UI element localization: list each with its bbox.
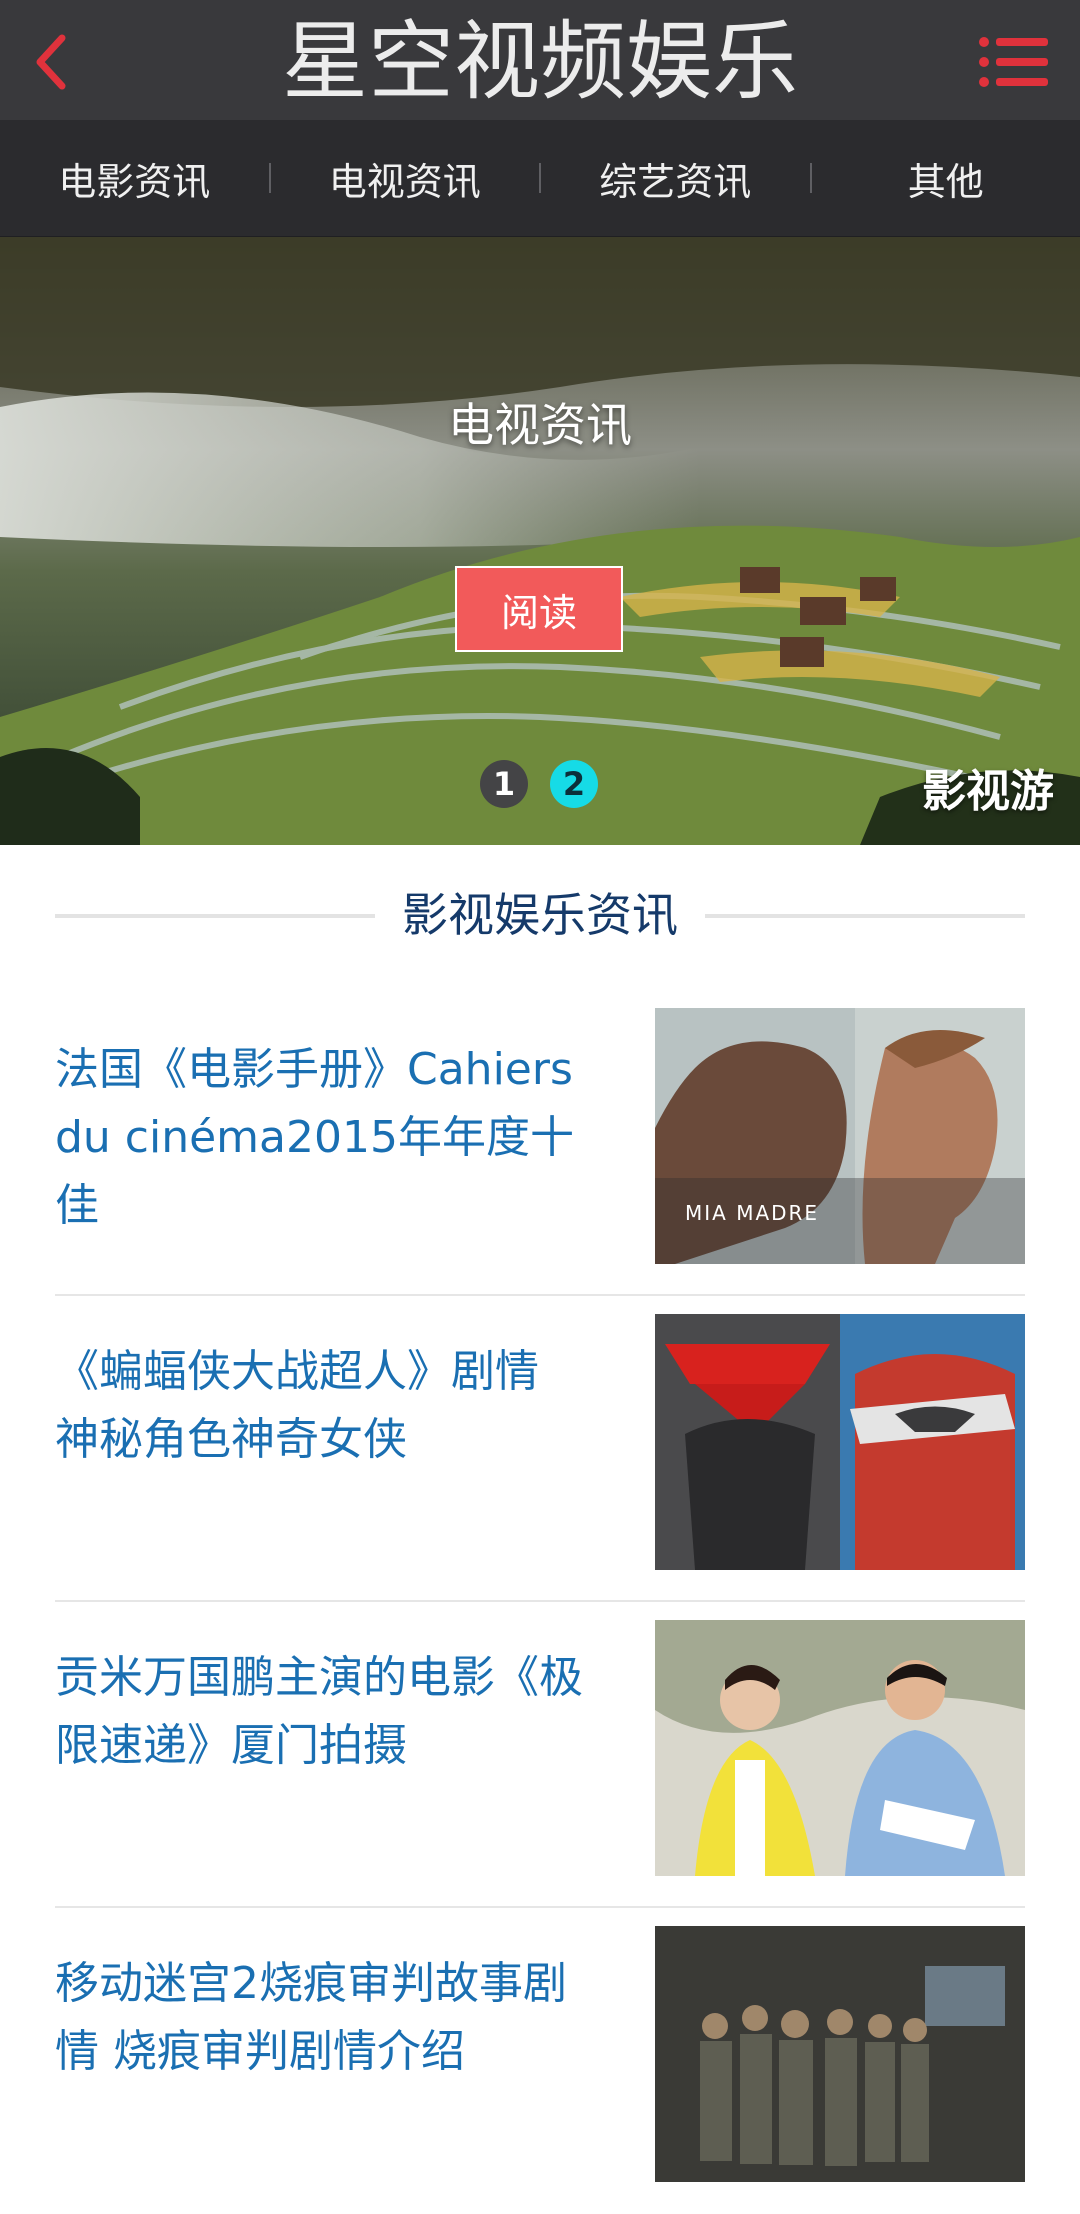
tab-movie-news[interactable]: 电影资讯 — [0, 120, 269, 236]
poster-title-text: MIA MADRE — [685, 1201, 819, 1225]
news-item[interactable]: 移动迷宫2烧痕审判故事剧情 烧痕审判剧情介绍 — [55, 1908, 1025, 2214]
movie-poster-image: MIA MADRE — [655, 1008, 1025, 1264]
menu-button[interactable] — [970, 20, 1060, 100]
carousel-dot-2[interactable]: 2 — [550, 760, 598, 808]
read-button[interactable]: 阅读 — [455, 566, 623, 652]
top-bar: 星空视频娱乐 — [0, 0, 1080, 120]
tab-variety-news[interactable]: 综艺资讯 — [541, 120, 810, 236]
news-thumbnail[interactable]: MIA MADRE — [655, 1008, 1025, 1264]
news-title[interactable]: 《蝙蝠侠大战超人》剧情 神秘角色神奇女侠 — [55, 1338, 595, 1474]
section-title: 影视娱乐资讯 — [55, 880, 1025, 950]
category-nav: 电影资讯 电视资讯 综艺资讯 其他 — [0, 120, 1080, 238]
carousel-dot-1[interactable]: 1 — [480, 760, 528, 808]
news-thumbnail[interactable] — [655, 1314, 1025, 1570]
news-item[interactable]: 法国《电影手册》Cahiers du cinéma2015年年度十佳 MIA M… — [55, 990, 1025, 1296]
tab-tv-news[interactable]: 电视资讯 — [271, 120, 540, 236]
section-header: 影视娱乐资讯 — [55, 880, 1025, 950]
menu-icon — [970, 20, 1060, 100]
news-title[interactable]: 贡米万国鹏主演的电影《极限速递》厦门拍摄 — [55, 1644, 595, 1780]
news-title[interactable]: 法国《电影手册》Cahiers du cinéma2015年年度十佳 — [55, 1036, 595, 1240]
app-title: 星空视频娱乐 — [0, 0, 1080, 120]
banner-image — [0, 237, 1080, 845]
movie-poster-image — [655, 1314, 1025, 1570]
movie-still-image — [655, 1926, 1025, 2182]
news-thumbnail[interactable] — [655, 1926, 1025, 2182]
news-title[interactable]: 移动迷宫2烧痕审判故事剧情 烧痕审判剧情介绍 — [55, 1950, 595, 2086]
banner-title: 电视资讯 — [0, 389, 1080, 455]
banner-carousel[interactable]: 电视资讯 阅读 1 2 影视游 — [0, 237, 1080, 845]
news-item[interactable]: 《蝙蝠侠大战超人》剧情 神秘角色神奇女侠 — [55, 1296, 1025, 1602]
news-thumbnail[interactable] — [655, 1620, 1025, 1876]
watermark-logo: 影视游 — [922, 755, 1054, 819]
news-item[interactable]: 贡米万国鹏主演的电影《极限速递》厦门拍摄 — [55, 1602, 1025, 1908]
movie-still-image — [655, 1620, 1025, 1876]
tab-other[interactable]: 其他 — [812, 120, 1080, 236]
